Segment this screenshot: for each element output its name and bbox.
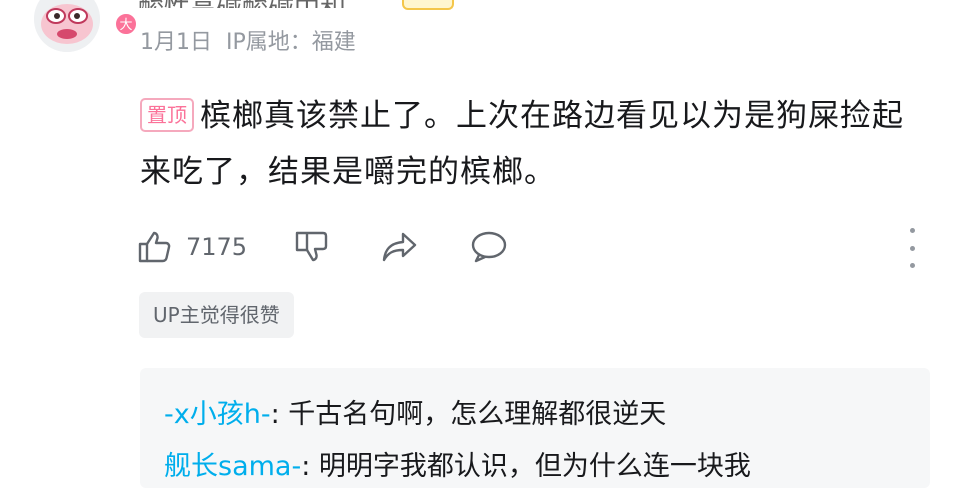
pinned-tag: 置顶 [140, 98, 194, 132]
avatar-image [34, 0, 100, 52]
reply-author[interactable]: -x小孩h- [164, 399, 271, 430]
username[interactable]: 酸性高碱酸碱中和 [138, 0, 346, 8]
more-dot-icon [909, 228, 915, 233]
thumbs-up-icon [136, 229, 172, 265]
thumbs-down-icon [293, 229, 329, 265]
like-button[interactable]: 7175 [136, 229, 247, 265]
share-icon [381, 229, 419, 265]
reply-separator: : [301, 451, 319, 482]
like-count: 7175 [186, 233, 248, 261]
more-dot-icon [909, 245, 915, 251]
comment-date: 1月1日 [140, 30, 212, 55]
comment-body: 置顶 槟榔真该禁止了。上次在路边看见以为是狗屎捡起来吃了，结果是嚼完的槟榔。 [140, 88, 920, 200]
share-button[interactable] [381, 229, 419, 265]
reply-author[interactable]: 舰长sama- [164, 451, 301, 482]
level-tag [402, 0, 454, 10]
reply-separator: : [270, 399, 289, 430]
more-options-button[interactable] [900, 228, 924, 268]
up-liked-tag: UP主觉得很赞 [139, 292, 294, 338]
comment-bubble-icon [469, 229, 509, 265]
reply-item[interactable]: -x小孩h-: 千古名句啊，怎么理解都很逆天 [164, 392, 666, 431]
reply-text: 千古名句啊，怎么理解都很逆天 [288, 399, 667, 430]
dislike-button[interactable] [293, 229, 329, 265]
comment-actions: 7175 [136, 222, 509, 272]
avatar[interactable]: 大 [34, 0, 138, 52]
reply-item[interactable]: 舰长sama-: 明明字我都认识，但为什么连一块我 [164, 444, 751, 483]
comment-meta: 1月1日 IP属地：福建 [140, 24, 370, 56]
reply-preview[interactable]: -x小孩h-: 千古名句啊，怎么理解都很逆天 舰长sama-: 明明字我都认识，… [140, 368, 930, 488]
more-dot-icon [909, 263, 915, 268]
comment-text: 槟榔真该禁止了。上次在路边看见以为是狗屎捡起来吃了，结果是嚼完的槟榔。 [140, 98, 904, 190]
reply-button[interactable] [469, 229, 509, 265]
ip-location: IP属地：福建 [226, 30, 356, 55]
member-badge: 大 [114, 12, 138, 36]
reply-text: 明明字我都认识，但为什么连一块我 [318, 451, 751, 482]
